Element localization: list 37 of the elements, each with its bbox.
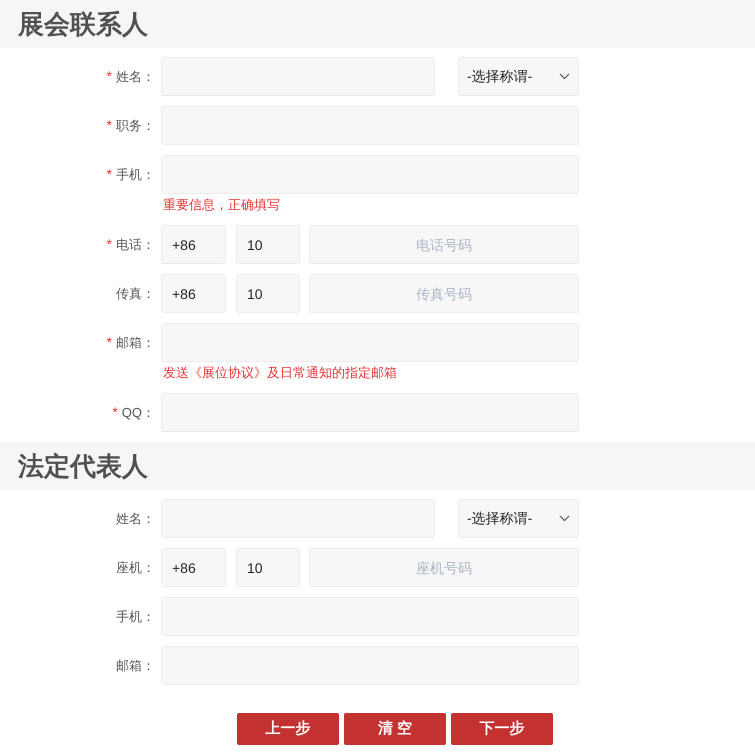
title-select[interactable]: -选择称谓- — [458, 57, 579, 96]
field-label: 座机： — [116, 558, 155, 577]
required-mark: * — [106, 235, 112, 254]
section-title: 法定代表人 — [18, 450, 148, 482]
required-mark: * — [106, 165, 112, 184]
field-label: 电话： — [116, 236, 155, 254]
field-label: 手机： — [116, 166, 155, 184]
hint-text: 重要信息，正确填写 — [163, 196, 280, 214]
section-title: 展会联系人 — [18, 8, 148, 40]
step-button[interactable]: 清 空 — [344, 713, 446, 745]
chevron-down-icon — [559, 73, 570, 80]
field-label: 姓名： — [116, 68, 155, 86]
input-field[interactable]: 座机号码 — [309, 548, 579, 587]
hint-text: 发送《展位协议》及日常通知的指定邮箱 — [163, 364, 397, 382]
chevron-down-icon — [559, 515, 570, 522]
field-label: 邮箱： — [116, 656, 155, 675]
input-field[interactable]: 10 — [236, 274, 300, 313]
input-field[interactable]: +86 — [161, 548, 226, 587]
input-field[interactable]: +86 — [161, 225, 226, 264]
field-label: 职务： — [116, 116, 155, 135]
input-field[interactable]: 电话号码 — [309, 225, 579, 264]
input-field[interactable]: 10 — [236, 548, 300, 587]
required-mark: * — [106, 67, 112, 86]
required-mark: * — [106, 116, 112, 135]
field-label: 姓名： — [116, 510, 155, 528]
field-label: 传真： — [116, 284, 155, 303]
step-button[interactable]: 上一步 — [237, 713, 339, 745]
required-mark: * — [106, 333, 112, 352]
input-field[interactable]: +86 — [161, 274, 226, 313]
step-button[interactable]: 下一步 — [451, 713, 553, 745]
field-label: 手机： — [116, 608, 155, 626]
input-field[interactable]: 10 — [236, 225, 300, 264]
input-field[interactable]: 传真号码 — [309, 274, 579, 313]
field-label: 邮箱： — [116, 334, 155, 352]
field-label: QQ： — [122, 404, 155, 422]
title-select[interactable]: -选择称谓- — [458, 499, 579, 538]
required-mark: * — [112, 403, 118, 422]
